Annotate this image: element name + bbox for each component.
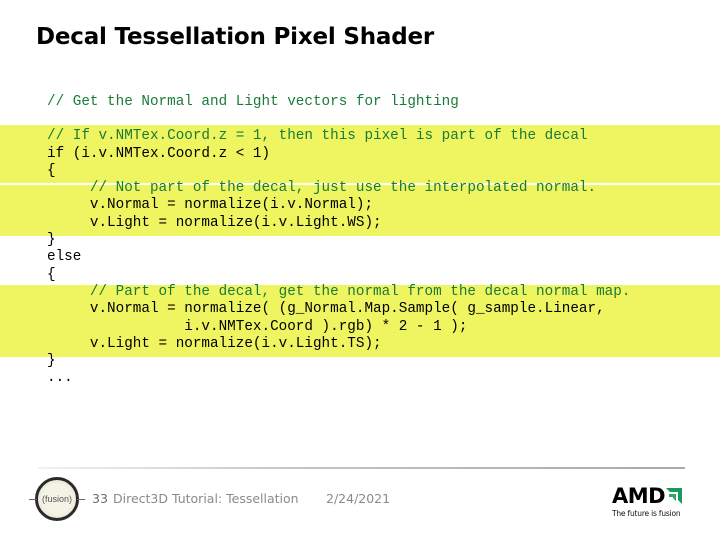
code-line: ...	[47, 370, 73, 387]
fusion-logo-icon: (fusion)	[29, 477, 85, 521]
code-line: i.v.NMTex.Coord ).rgb) * 2 - 1 );	[47, 318, 468, 335]
code-line: }	[47, 353, 56, 370]
code-comment-line: // Not part of the decal, just use the i…	[47, 180, 597, 197]
code-line: if (i.v.NMTex.Coord.z < 1)	[47, 145, 271, 162]
amd-logo: AMD The future is fusion	[612, 484, 692, 518]
amd-arrow-icon	[666, 488, 683, 504]
code-line: }	[47, 232, 56, 249]
slide-title: Decal Tessellation Pixel Shader	[36, 24, 435, 50]
code-comment-line: // Get the Normal and Light vectors for …	[47, 94, 459, 110]
code-line: else	[47, 249, 82, 266]
fusion-logo-text: (fusion)	[41, 494, 72, 504]
footer-divider	[38, 467, 685, 469]
slide-number: 33	[92, 491, 108, 506]
code-line: {	[47, 266, 56, 283]
code-line: {	[47, 162, 56, 179]
footer-date: 2/24/2021	[326, 491, 391, 506]
code-comment-line: // If v.NMTex.Coord.z = 1, then this pix…	[47, 128, 588, 145]
amd-tagline: The future is fusion	[612, 509, 681, 518]
code-line: v.Light = normalize(i.v.Light.TS);	[47, 335, 382, 352]
amd-wordmark: AMD	[612, 484, 666, 508]
code-line: v.Normal = normalize(i.v.Normal);	[47, 197, 374, 214]
code-comment-line: // Part of the decal, get the normal fro…	[47, 283, 631, 300]
code-line: v.Normal = normalize( (g_Normal.Map.Samp…	[47, 301, 605, 318]
footer-title: Direct3D Tutorial: Tessellation	[113, 491, 299, 506]
code-block: // Get the Normal and Light vectors for …	[47, 94, 630, 388]
code-line: v.Light = normalize(i.v.Light.WS);	[47, 214, 382, 231]
